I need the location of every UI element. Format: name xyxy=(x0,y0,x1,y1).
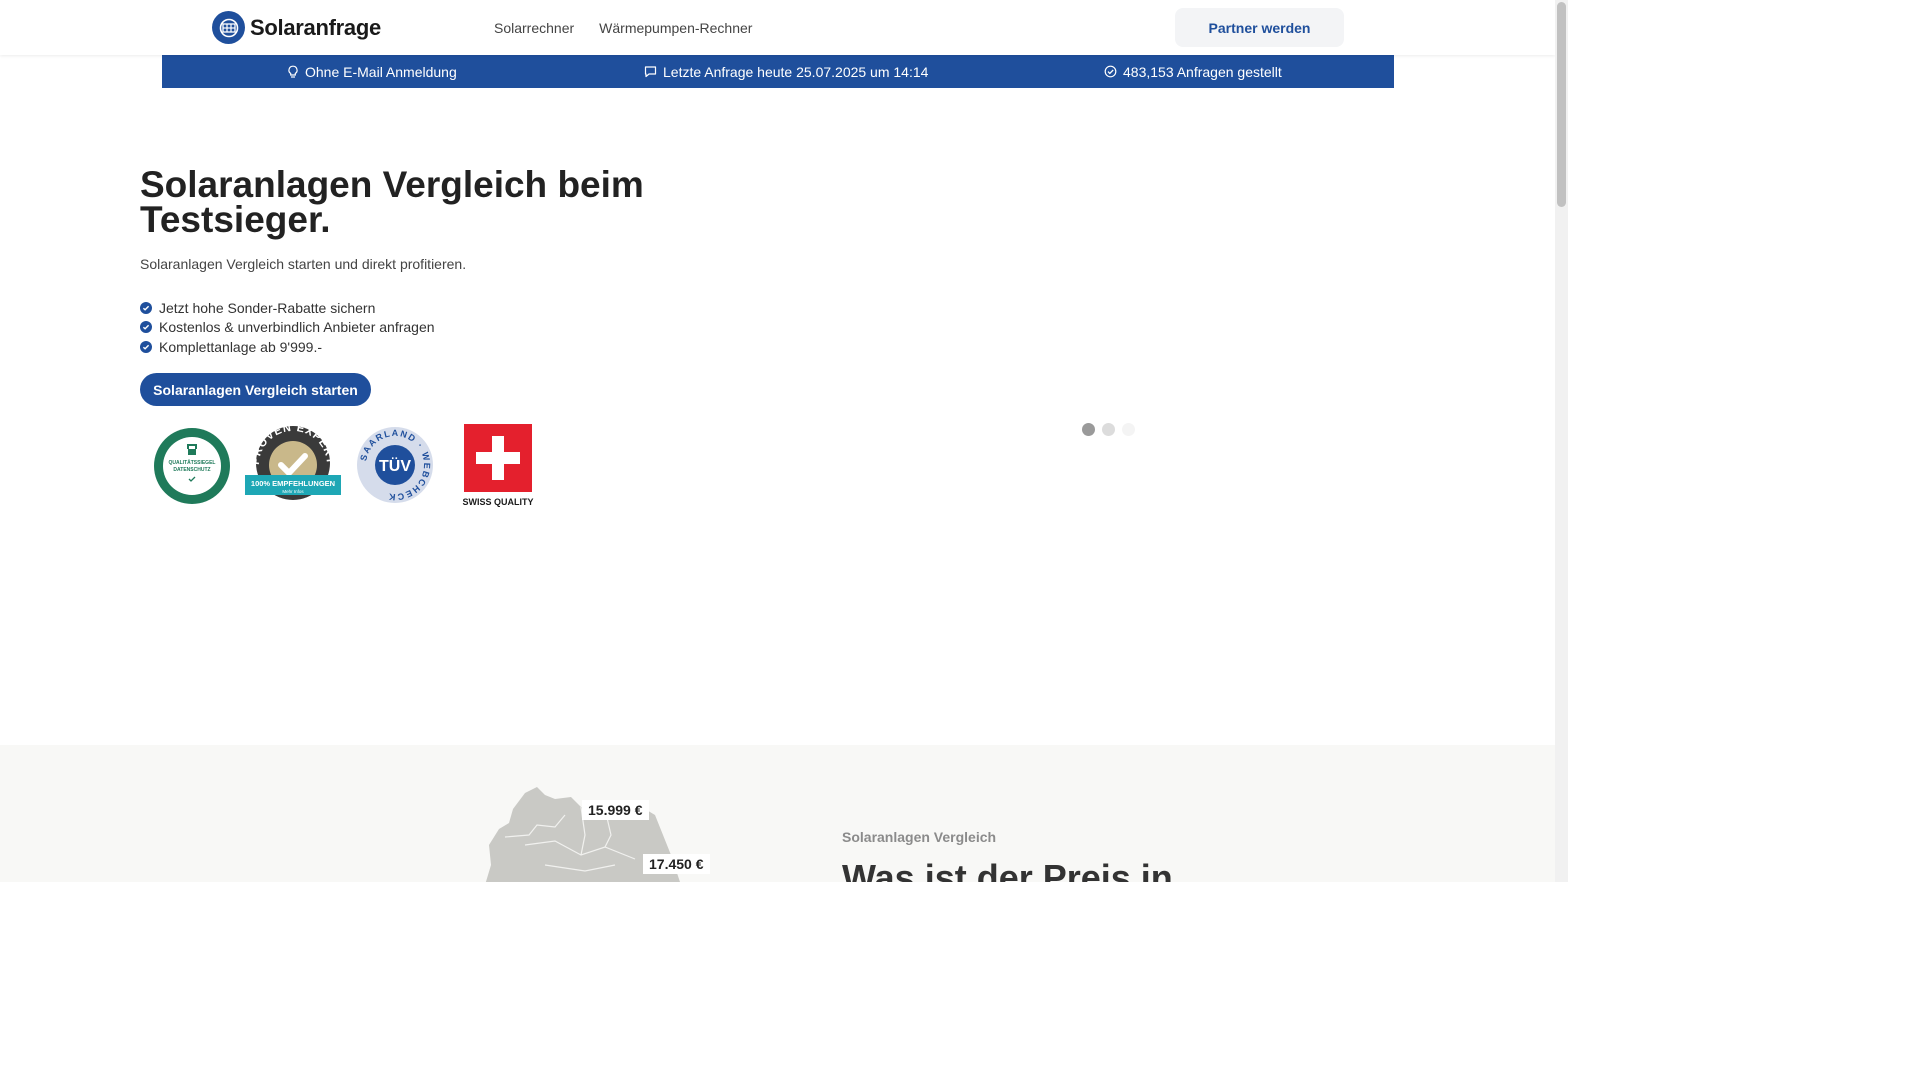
seal-line2: DATENSCHUTZ xyxy=(173,467,210,473)
page: Solaranfrage Solarrechner Wärmepumpen-Re… xyxy=(0,0,1555,882)
info-text-anmeldung: Ohne E-Mail Anmeldung xyxy=(305,63,457,80)
nav-link-solarrechner[interactable]: Solarrechner xyxy=(494,20,574,36)
carousel-dot-3[interactable] xyxy=(1122,423,1135,436)
list-item: Komplettanlage ab 9'999.- xyxy=(140,337,435,357)
page-scrollbar[interactable] xyxy=(1555,0,1568,882)
info-item-anmeldung: Ohne E-Mail Anmeldung xyxy=(287,55,457,88)
proven-expert-ribbon-text: 100% EMPFEHLUNGEN xyxy=(251,479,335,488)
hero-title: Solaranlagen Vergleich beim Testsieger. xyxy=(140,164,644,240)
price-tag-east: 17.450 € xyxy=(643,854,710,874)
proven-expert-sub-text: Mehr Infos xyxy=(282,489,304,494)
info-bar: Ohne E-Mail Anmeldung Letzte Anfrage heu… xyxy=(162,55,1394,88)
price-section: 15.999 € 17.450 € Solaranlagen Vergleich… xyxy=(0,745,1555,882)
check-icon xyxy=(140,301,152,314)
info-item-anfragen: 483,153 Anfragen gestellt xyxy=(1104,55,1282,88)
site-header: Solaranfrage Solarrechner Wärmepumpen-Re… xyxy=(0,0,1555,55)
carousel-dot-2[interactable] xyxy=(1102,423,1115,436)
carousel-dot-1[interactable] xyxy=(1082,423,1095,436)
info-item-letzte-anfrage: Letzte Anfrage heute 25.07.2025 um 14:14 xyxy=(644,55,928,88)
info-text-letzte-anfrage: Letzte Anfrage heute 25.07.2025 um 14:14 xyxy=(663,63,929,80)
partner-werden-button[interactable]: Partner werden xyxy=(1175,8,1344,47)
check-icon xyxy=(140,321,152,334)
hero-subtitle: Solaranlagen Vergleich starten und direk… xyxy=(140,256,467,272)
benefit-text: Komplettanlage ab 9'999.- xyxy=(159,338,323,355)
trust-badges: QUALITÄTSSIEGEL DATENSCHUTZ PROVEN EXPER… xyxy=(140,422,540,510)
datenschutz-seal[interactable]: QUALITÄTSSIEGEL DATENSCHUTZ xyxy=(153,427,231,505)
list-item: Jetzt hohe Sonder-Rabatte sichern xyxy=(140,298,435,318)
scrollbar-thumb[interactable] xyxy=(1557,2,1566,207)
seal-line1: QUALITÄTSSIEGEL xyxy=(169,459,216,466)
tuev-badge[interactable]: SAARLAND · WEBCHECK TÜV xyxy=(356,426,434,504)
list-item: Kostenlos & unverbindlich Anbieter anfra… xyxy=(140,318,435,338)
check-icon xyxy=(140,340,152,353)
logo[interactable]: Solaranfrage xyxy=(212,11,381,44)
check-circle-icon xyxy=(1104,65,1117,78)
solar-panel-icon xyxy=(212,11,245,44)
section-heading: Was ist der Preis in xyxy=(842,857,1173,882)
swiss-quality-caption: SWISS QUALITY xyxy=(462,497,533,507)
main-nav: Solarrechner Wärmepumpen-Rechner xyxy=(494,0,752,55)
section-eyebrow: Solaranlagen Vergleich xyxy=(842,829,997,845)
start-comparison-button[interactable]: Solaranlagen Vergleich starten xyxy=(140,373,371,406)
price-tag-north: 15.999 € xyxy=(582,800,649,820)
benefit-text: Jetzt hohe Sonder-Rabatte sichern xyxy=(159,299,376,316)
bulb-icon xyxy=(287,65,299,79)
nav-link-waermepumpen-rechner[interactable]: Wärmepumpen-Rechner xyxy=(599,20,752,36)
logo-text: Solaranfrage xyxy=(250,14,381,40)
benefit-text: Kostenlos & unverbindlich Anbieter anfra… xyxy=(159,319,435,336)
chat-icon xyxy=(644,65,657,78)
tuev-center-text: TÜV xyxy=(379,456,411,475)
proven-expert-badge[interactable]: PROVEN EXPERT 100% EMPFEHLUNGEN Mehr Inf… xyxy=(243,425,343,503)
benefit-list: Jetzt hohe Sonder-Rabatte sichern Kosten… xyxy=(140,298,435,357)
carousel-dots xyxy=(1082,423,1135,436)
swiss-quality-badge[interactable]: SWISS QUALITY xyxy=(462,424,534,508)
info-text-anfragen: 483,153 Anfragen gestellt xyxy=(1123,63,1282,80)
